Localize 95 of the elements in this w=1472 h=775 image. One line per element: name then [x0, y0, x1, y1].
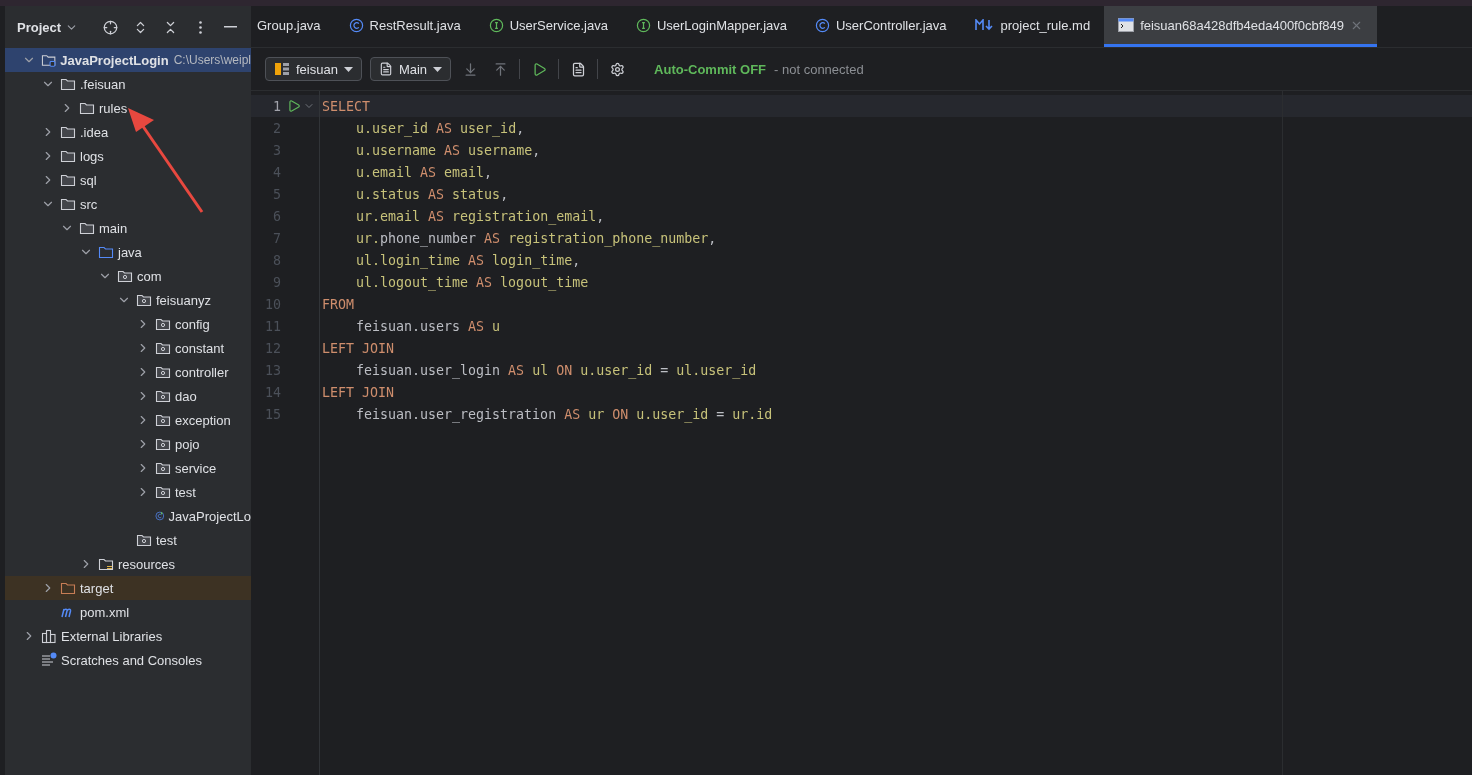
code-line: feisuan.users AS u: [356, 318, 501, 334]
folder-icon: [60, 196, 76, 212]
folder-icon: [60, 172, 76, 188]
tree-item[interactable]: com: [5, 264, 251, 288]
package-folder-icon: [117, 268, 133, 284]
tree-item[interactable]: pojo: [5, 432, 251, 456]
code-line: ul.logout_time AS logout_time: [356, 274, 589, 290]
tree-item[interactable]: test: [5, 480, 251, 504]
tree-item[interactable]: feisuanyz: [5, 288, 251, 312]
run-icon[interactable]: [287, 99, 301, 113]
code-line: u.status AS status,: [356, 186, 509, 202]
tree-item[interactable]: JavaProjectLo: [5, 504, 251, 528]
crosshair-icon: [102, 19, 118, 35]
panel-title: Project: [17, 19, 62, 35]
code-line: ur.phone_number AS registration_phone_number,: [356, 230, 717, 246]
markdown-icon: [974, 19, 995, 31]
tree-item[interactable]: config: [5, 312, 251, 336]
console-icon: [1118, 18, 1135, 32]
package-folder-icon: [155, 316, 171, 332]
code-line: feisuan.user_registration AS ur ON u.user_id = ur.id: [356, 406, 773, 422]
tree-item[interactable]: JavaProjectLogin C:\Users\weipl: [5, 48, 251, 72]
caret-icon: [343, 66, 353, 72]
code-line: LEFT JOIN: [322, 384, 395, 400]
settings-icon: [609, 61, 625, 77]
play-icon: [531, 61, 547, 77]
more-icon: [198, 20, 202, 34]
resources-folder-icon: [98, 556, 114, 572]
tree-item[interactable]: rules: [5, 96, 251, 120]
package-folder-icon: [155, 388, 171, 404]
connection-status: - not connected: [774, 61, 864, 77]
module-folder-icon: [41, 52, 57, 68]
code-line: FROM: [322, 296, 355, 312]
tree-item[interactable]: .feisuan: [5, 72, 251, 96]
tree-item[interactable]: Scratches and Consoles: [5, 648, 251, 672]
folder-icon: [60, 76, 76, 92]
package-folder-icon: [155, 460, 171, 476]
code-line: feisuan.user_login AS ul ON u.user_id = ul.user_id: [356, 362, 757, 378]
document-icon: [570, 61, 586, 77]
tree-item[interactable]: src: [5, 192, 251, 216]
editor-tab[interactable]: UserController.java: [801, 6, 961, 47]
code-line: LEFT JOIN: [322, 340, 395, 356]
session-dropdown[interactable]: Main: [369, 57, 452, 81]
package-folder-icon: [155, 436, 171, 452]
editor-tab[interactable]: UserService.java: [474, 6, 622, 47]
interface-icon: [635, 17, 651, 33]
tree-item[interactable]: dao: [5, 384, 251, 408]
folder-icon: [79, 100, 95, 116]
package-folder-icon: [155, 364, 171, 380]
code-line: ul.login_time AS login_time,: [356, 252, 581, 268]
tree-item[interactable]: test: [5, 528, 251, 552]
package-folder-icon: [155, 412, 171, 428]
line-number: 1: [272, 98, 281, 114]
tree-item[interactable]: External Libraries: [5, 624, 251, 648]
tree-item[interactable]: resources: [5, 552, 251, 576]
tree-item[interactable]: service: [5, 456, 251, 480]
folder-icon: [60, 124, 76, 140]
tree-item[interactable]: .idea: [5, 120, 251, 144]
editor-tab[interactable]: feisuan68a428dfb4eda400f0cbf849: [1104, 6, 1377, 47]
tree-item[interactable]: java: [5, 240, 251, 264]
package-folder-icon: [136, 532, 152, 548]
editor-tab[interactable]: project_rule.md: [960, 6, 1105, 47]
folder-icon: [79, 220, 95, 236]
folder-icon: [60, 580, 76, 596]
tree-item[interactable]: logs: [5, 144, 251, 168]
tree-item[interactable]: exception: [5, 408, 251, 432]
session-icon: [378, 62, 393, 76]
code-line: u.user_id AS user_id,: [356, 120, 525, 136]
tree-item[interactable]: main: [5, 216, 251, 240]
tree-item[interactable]: pom.xml: [5, 600, 251, 624]
interface-icon: [488, 17, 504, 33]
package-folder-icon: [155, 340, 171, 356]
class-icon: [815, 17, 830, 33]
folder-icon: [60, 148, 76, 164]
tree-item[interactable]: constant: [5, 336, 251, 360]
scratches-icon: [41, 652, 57, 668]
code-line: u.email AS email,: [356, 164, 493, 180]
tree-item[interactable]: target: [5, 576, 251, 600]
tree-item[interactable]: controller: [5, 360, 251, 384]
auto-commit-label: Auto-Commit OFF: [654, 61, 767, 77]
database-icon: [274, 61, 290, 77]
editor-tab[interactable]: Group.java: [251, 6, 335, 47]
editor-tab[interactable]: UserLoginMapper.java: [621, 6, 801, 47]
class-icon: [348, 17, 364, 33]
editor-tab[interactable]: RestResult.java: [334, 6, 475, 47]
libraries-icon: [41, 628, 57, 644]
code-line: u.username AS username,: [356, 142, 541, 158]
code-line: ur.email AS registration_email,: [356, 208, 605, 224]
package-folder-icon: [136, 292, 152, 308]
package-folder-icon: [155, 484, 171, 500]
folder-icon: [98, 244, 114, 260]
minimize-icon: [223, 26, 237, 28]
datasource-dropdown[interactable]: feisuan: [265, 57, 362, 81]
tree-item[interactable]: sql: [5, 168, 251, 192]
caret-icon: [433, 66, 443, 72]
code-line: SELECT: [322, 98, 371, 114]
